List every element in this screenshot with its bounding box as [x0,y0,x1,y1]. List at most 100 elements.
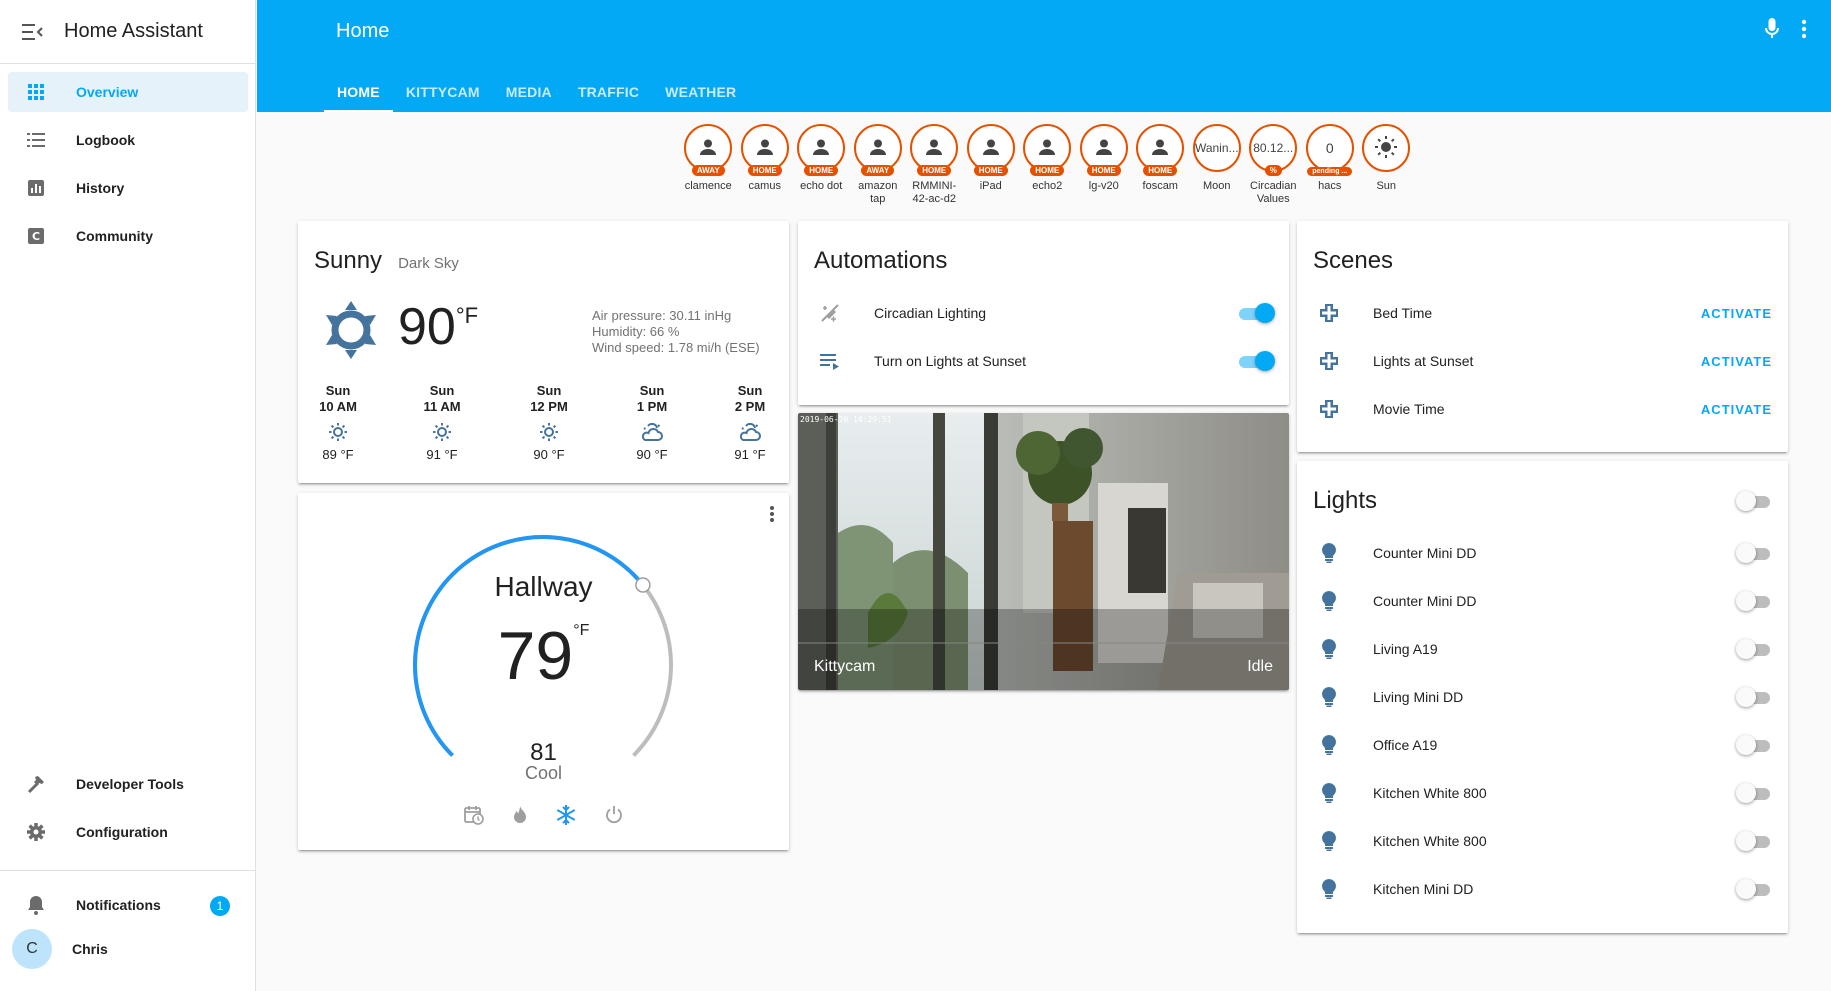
person-icon [926,139,943,158]
badge-label: AWAY [861,165,895,176]
light-row[interactable]: Living A19 [1309,629,1772,669]
sidebar-item-history[interactable]: History [8,168,248,208]
weather-source: Dark Sky [398,255,459,272]
sidebar-item-developer-tools[interactable]: Developer Tools [8,764,248,804]
state-badge[interactable]: HOME iPad [963,124,1020,206]
light-toggle[interactable] [1736,543,1772,563]
sun-icon [1375,135,1398,161]
tab-traffic[interactable]: TRAFFIC [565,72,652,112]
state-badge[interactable]: HOME foscam [1132,124,1189,206]
weather-card[interactable]: Sunny Dark Sky 90 °F Air pressure: 30.11… [298,221,789,483]
thermostat-current-temp: 79 [497,618,574,694]
automation-toggle[interactable] [1237,303,1275,323]
state-badge[interactable]: Wanin... Moon [1189,124,1246,206]
light-row[interactable]: Kitchen White 800 [1309,821,1772,861]
light-toggle[interactable] [1736,783,1772,803]
sidebar-item-configuration[interactable]: Configuration [8,812,248,852]
scene-name: Lights at Sunset [1373,353,1474,369]
badge-circle: 0 pending ... [1305,124,1354,176]
person-icon [869,139,886,158]
fire-icon[interactable] [512,805,528,830]
light-toggle[interactable] [1736,591,1772,611]
badge-name: camus [748,180,781,192]
forecast-time: 10 AM [319,399,357,414]
badge-circle: Wanin... [1192,124,1241,172]
badge-value: Wanin... [1194,141,1239,155]
sidebar-item-label: Overview [76,84,139,100]
person-icon [813,139,830,158]
light-row[interactable]: Office A19 [1309,725,1772,765]
badge-label: AWAY [691,165,725,176]
sidebar: Home Assistant Overview Logbook History … [0,0,256,991]
badge-name: foscam [1142,180,1178,192]
sidebar-item-community[interactable]: C Community [8,216,248,256]
light-row[interactable]: Kitchen White 800 [1309,773,1772,813]
badge-label: % [1264,165,1282,176]
more-vert-icon[interactable] [769,505,775,528]
state-badge[interactable]: Sun [1358,124,1415,206]
light-row[interactable]: Counter Mini DD [1309,533,1772,573]
activate-button[interactable]: ACTIVATE [1701,354,1772,369]
state-badge[interactable]: AWAY amazon tap [850,124,907,206]
more-vert-icon[interactable] [1801,18,1807,45]
microphone-icon[interactable] [1765,18,1779,45]
sidebar-item-label: Developer Tools [76,776,184,792]
tab-home[interactable]: HOME [324,72,393,112]
light-row[interactable]: Kitchen Mini DD [1309,869,1772,909]
badge-name: iPad [979,180,1002,192]
state-badge[interactable]: HOME camus [737,124,794,206]
badge-name: Sun [1376,180,1397,192]
state-badge[interactable]: AWAY clamence [680,124,737,206]
badge-circle: HOME [910,124,959,176]
sunny-icon [298,423,378,441]
menu-collapse-icon[interactable] [0,0,64,64]
sidebar-item-label: History [76,180,125,196]
scene-icon [1309,303,1349,323]
activate-button[interactable]: ACTIVATE [1701,306,1772,321]
lights-group-toggle[interactable] [1736,491,1772,511]
thermostat-card: Hallway 79 °F 81 Cool [298,493,789,850]
scene-name: Movie Time [1373,401,1445,417]
activate-button[interactable]: ACTIVATE [1701,402,1772,417]
badge-circle: HOME [1136,124,1185,176]
sidebar-item-logbook[interactable]: Logbook [8,120,248,160]
tab-kittycam[interactable]: KITTYCAM [393,72,493,112]
snowflake-icon[interactable] [556,805,576,830]
forecast-day: Sun [737,383,763,398]
state-badge[interactable]: 0 pending ... hacs [1302,124,1359,206]
light-name: Living A19 [1373,641,1438,657]
state-badge[interactable]: HOME echo2 [1019,124,1076,206]
tab-media[interactable]: MEDIA [493,72,565,112]
badge-circle: HOME [797,124,846,176]
state-badge[interactable]: 80.12...% Circadian Values [1245,124,1302,206]
light-toggle[interactable] [1736,639,1772,659]
sidebar-item-notifications[interactable]: Notifications 1 [8,885,248,925]
state-badge[interactable]: HOME RMMINI-42-ac-d2 [906,124,963,206]
forecast-time: 11 AM [423,399,461,414]
light-row[interactable]: Living Mini DD [1309,677,1772,717]
badge-name: clamence [684,180,732,192]
sidebar-item-user[interactable]: C Chris [8,929,248,969]
power-icon[interactable] [604,805,624,830]
sidebar-item-overview[interactable]: Overview [8,72,248,112]
light-name: Office A19 [1373,737,1438,753]
automation-row[interactable]: Circadian Lighting [810,293,1275,333]
light-toggle[interactable] [1736,687,1772,707]
state-badge[interactable]: HOME echo dot [793,124,850,206]
page-title: Home [336,20,390,42]
light-toggle[interactable] [1736,831,1772,851]
bell-icon [12,895,60,915]
badge-name: Circadian Values [1250,180,1297,205]
lightbulb-icon [1309,783,1349,803]
state-badge[interactable]: HOME lg-v20 [1076,124,1133,206]
partly-cloudy-icon [612,422,692,441]
automation-row[interactable]: Turn on Lights at Sunset [810,341,1275,381]
calendar-clock-icon[interactable] [463,805,484,830]
light-row[interactable]: Counter Mini DD [1309,581,1772,621]
camera-card[interactable]: 2019-06-20 14:29:51 Kittycam Idle [798,413,1289,690]
automation-toggle[interactable] [1237,351,1275,371]
light-toggle[interactable] [1736,735,1772,755]
light-toggle[interactable] [1736,879,1772,899]
weather-temp-value: 90 [398,298,456,356]
tab-weather[interactable]: WEATHER [652,72,749,112]
